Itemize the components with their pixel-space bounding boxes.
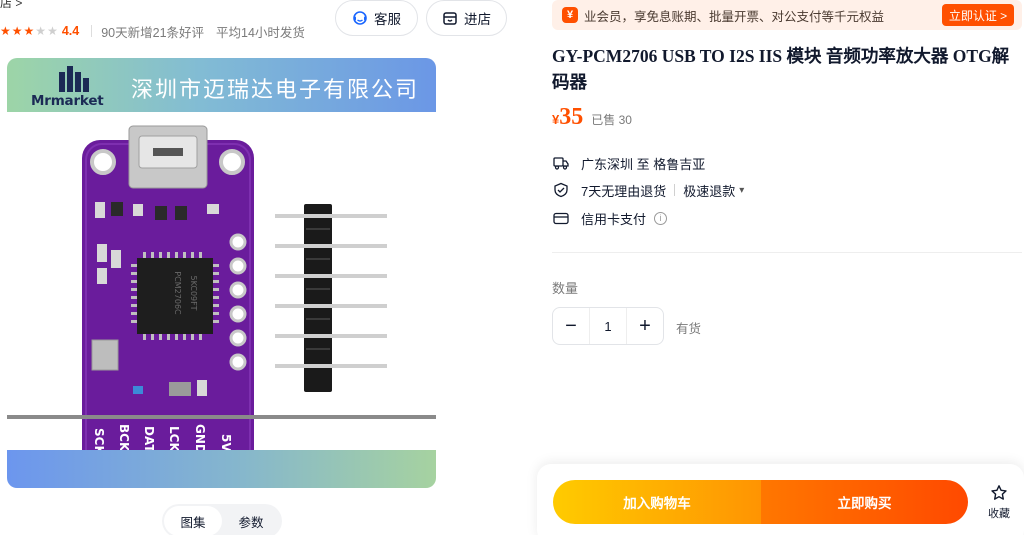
info-icon[interactable]: i bbox=[654, 211, 668, 225]
verify-now-button[interactable]: 立即认证 > bbox=[942, 4, 1014, 26]
breadcrumb[interactable]: 店 > bbox=[0, 0, 22, 8]
store-rating-row: ★ ★ ★ ★ ★ 4.4 90天新增21条好评 平均14小时发货 bbox=[0, 22, 317, 40]
buy-now-button[interactable]: 立即购买 bbox=[761, 480, 968, 524]
price-row: ¥ 35 已售 30 bbox=[552, 104, 632, 132]
star-icon: ★ bbox=[0, 24, 11, 38]
brand-logo: Mrmarket bbox=[31, 66, 123, 109]
shipping-route: 广东深圳 至 格鲁吉亚 bbox=[581, 156, 706, 172]
stock-status: 有货 bbox=[676, 322, 702, 336]
tab-params[interactable]: 参数 bbox=[222, 506, 280, 535]
image-bottom-band bbox=[7, 450, 436, 488]
star-outline-icon bbox=[991, 485, 1007, 500]
chip-marking: 5KC09FT bbox=[189, 275, 198, 310]
product-price: 35 bbox=[559, 104, 584, 130]
divider bbox=[674, 184, 676, 196]
vip-coin-icon: ¥ bbox=[562, 7, 578, 23]
tab-gallery[interactable]: 图集 bbox=[164, 506, 222, 535]
service-row[interactable]: 7天无理由退货 极速退款 ▾ bbox=[553, 180, 744, 200]
sold-count: 已售 30 bbox=[591, 113, 632, 127]
favorite-button[interactable]: 收藏 bbox=[982, 484, 1016, 524]
quantity-input[interactable]: 1 bbox=[589, 308, 627, 344]
truck-icon bbox=[553, 155, 573, 171]
rating-score: 4.4 bbox=[61, 24, 80, 38]
quantity-label: 数量 bbox=[552, 281, 579, 296]
brand-logo-text: Mrmarket bbox=[31, 93, 104, 109]
vip-banner[interactable]: ¥ 业会员，享免息账期、批量开票、对公支付等千元权益 立即认证 > bbox=[552, 0, 1022, 30]
fast-refund: 极速退款 bbox=[683, 183, 736, 199]
review-stat: 90天新增21条好评 bbox=[101, 25, 205, 40]
shop-icon bbox=[443, 12, 457, 25]
return-policy: 7天无理由退货 bbox=[581, 183, 667, 199]
product-main-image[interactable]: Mrmarket 深圳市迈瑞达电子有限公司 PCM2706C 5KC09FT S… bbox=[7, 58, 436, 488]
add-to-cart-button[interactable]: 加入购物车 bbox=[553, 480, 761, 524]
star-icon: ★ bbox=[11, 24, 23, 38]
enter-shop-label: 进店 bbox=[464, 12, 491, 27]
pcb-board-illustration: PCM2706C 5KC09FT SCK BCK DAT LCK GND 5V bbox=[82, 125, 387, 458]
chip-marking: PCM2706C bbox=[173, 271, 182, 315]
ship-stat: 平均14小时发货 bbox=[216, 25, 305, 40]
increase-button[interactable]: + bbox=[627, 308, 663, 344]
pin-label: LCK bbox=[167, 426, 181, 452]
payment-row[interactable]: 信用卡支付 i bbox=[553, 208, 668, 228]
customer-service-button[interactable]: 客服 bbox=[335, 0, 418, 36]
divider bbox=[91, 25, 93, 37]
headset-icon bbox=[353, 11, 367, 25]
shipping-row[interactable]: 广东深圳 至 格鲁吉亚 bbox=[553, 153, 705, 173]
pin-label: BCK bbox=[117, 424, 131, 452]
image-banner: Mrmarket 深圳市迈瑞达电子有限公司 bbox=[7, 58, 436, 112]
enter-shop-button[interactable]: 进店 bbox=[426, 0, 507, 36]
customer-service-label: 客服 bbox=[374, 12, 401, 27]
gallery-tabs: 图集 参数 bbox=[162, 504, 282, 535]
payment-method: 信用卡支付 bbox=[581, 211, 647, 227]
star-icon: ★ bbox=[47, 24, 58, 38]
section-divider bbox=[552, 252, 1022, 253]
currency-symbol: ¥ bbox=[552, 112, 560, 127]
favorite-label: 收藏 bbox=[988, 508, 1010, 520]
star-icon: ★ bbox=[35, 24, 47, 38]
shield-return-icon bbox=[553, 182, 573, 198]
star-icon: ★ bbox=[23, 24, 35, 38]
credit-card-icon bbox=[553, 210, 573, 226]
vip-text: 业会员，享免息账期、批量开票、对公支付等千元权益 bbox=[584, 9, 885, 24]
product-title: GY-PCM2706 USB TO I2S IIS 模块 音频功率放大器 OTG… bbox=[552, 46, 1010, 92]
image-baseline bbox=[7, 415, 436, 419]
quantity-stepper: − 1 + bbox=[552, 307, 664, 345]
chevron-down-icon: ▾ bbox=[739, 184, 745, 196]
company-name: 深圳市迈瑞达电子有限公司 bbox=[131, 78, 420, 103]
decrease-button[interactable]: − bbox=[553, 308, 589, 344]
rating-stars: ★ ★ ★ ★ ★ bbox=[0, 25, 58, 37]
